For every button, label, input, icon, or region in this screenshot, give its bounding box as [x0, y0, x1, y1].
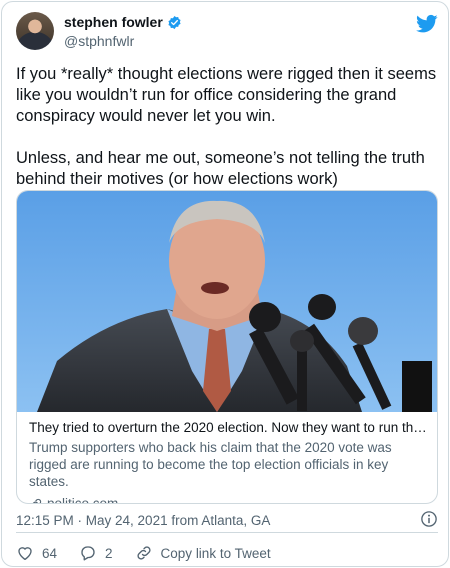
- link-description: Trump supporters who back his claim that…: [29, 440, 392, 489]
- tweet-header: stephen fowler @stphnfwlr: [16, 12, 438, 52]
- link-icon: [32, 498, 42, 503]
- link-domain: politico.com: [47, 496, 119, 504]
- tweet-card: stephen fowler @stphnfwlr If you *really…: [1, 1, 449, 567]
- link-domain-row: politico.com: [29, 496, 431, 504]
- article-photo: [17, 191, 437, 412]
- divider: [16, 532, 438, 533]
- author-name-row: stephen fowler: [64, 14, 182, 30]
- author-handle[interactable]: @stphnfwlr: [64, 33, 182, 49]
- link-info: They tried to overturn the 2020 election…: [29, 420, 431, 504]
- author-info: stephen fowler @stphnfwlr: [64, 14, 182, 49]
- tweet-text: If you *really* thought elections were r…: [16, 65, 437, 188]
- avatar[interactable]: [16, 12, 54, 50]
- link-card[interactable]: They tried to overturn the 2020 election…: [16, 190, 438, 504]
- link-icon: [136, 546, 151, 560]
- info-icon[interactable]: [420, 510, 438, 528]
- twitter-bird-icon[interactable]: [416, 14, 438, 34]
- copy-link-label: Copy link to Tweet: [160, 545, 271, 561]
- like-button[interactable]: 64: [16, 544, 57, 562]
- author-name[interactable]: stephen fowler: [64, 14, 163, 30]
- reply-count: 2: [105, 545, 113, 561]
- tweet-meta: 12:15 PM · May 24, 2021 from Atlanta, GA: [16, 510, 438, 530]
- tweet-timestamp[interactable]: 12:15 PM · May 24, 2021 from Atlanta, GA: [16, 513, 270, 528]
- copy-link-button[interactable]: Copy link to Tweet: [135, 544, 271, 562]
- like-count: 64: [42, 545, 58, 561]
- verified-badge-icon: [168, 15, 181, 29]
- reply-button[interactable]: 2: [79, 544, 113, 562]
- heart-icon: [18, 547, 32, 561]
- reply-icon: [81, 546, 95, 561]
- link-title[interactable]: They tried to overturn the 2020 election…: [29, 420, 431, 435]
- tweet-actions: 64 2 Copy link to Tweet: [16, 543, 293, 563]
